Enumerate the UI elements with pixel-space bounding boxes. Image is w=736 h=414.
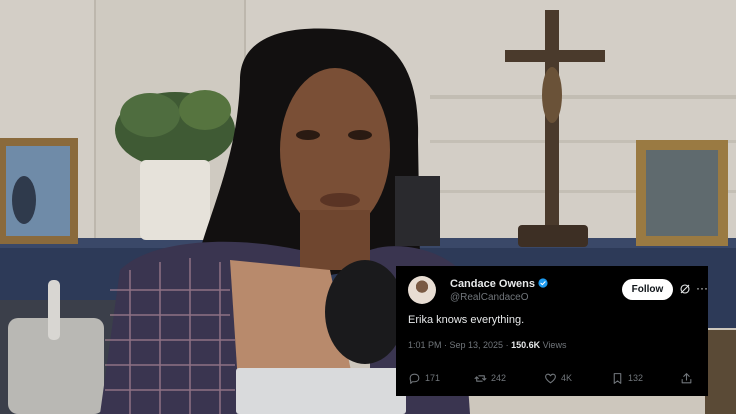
- verified-badge-icon: [538, 278, 548, 288]
- share-icon: [681, 372, 692, 383]
- timestamp[interactable]: 1:01 PM · Sep 13, 2025 ·: [408, 340, 511, 350]
- tweet-meta: 1:01 PM · Sep 13, 2025 · 150.6K Views: [408, 340, 566, 350]
- repost-count: 242: [491, 373, 507, 383]
- like-icon: [545, 373, 556, 383]
- action-bar: 171 242 4K 132: [408, 370, 698, 386]
- share-action[interactable]: [680, 370, 697, 386]
- more-icon[interactable]: ···: [696, 282, 708, 296]
- like-count: 4K: [561, 373, 573, 383]
- follow-button[interactable]: Follow: [622, 279, 673, 300]
- handle[interactable]: @RealCandaceO: [450, 291, 548, 305]
- grok-icon[interactable]: [679, 283, 691, 295]
- repost-icon: [474, 374, 487, 382]
- like-action[interactable]: 4K: [544, 370, 572, 386]
- bookmark-count: 132: [628, 373, 644, 383]
- reply-action[interactable]: 171: [408, 370, 440, 386]
- views-count: 150.6K: [511, 340, 541, 350]
- repost-action[interactable]: 242: [474, 370, 506, 386]
- avatar[interactable]: [408, 276, 436, 304]
- author-block: Candace Owens @RealCandaceO: [450, 276, 548, 305]
- tweet-text: Erika knows everything.: [408, 314, 525, 326]
- tweet-card: Candace Owens @RealCandaceO Follow ··· E…: [396, 266, 708, 396]
- views-label: Views: [540, 340, 567, 350]
- reply-count: 171: [425, 373, 441, 383]
- bookmark-icon: [613, 372, 622, 384]
- tweet-header: Candace Owens @RealCandaceO Follow ···: [408, 276, 708, 306]
- reply-icon: [409, 373, 420, 384]
- display-name[interactable]: Candace Owens: [450, 278, 535, 290]
- bookmark-action[interactable]: 132: [611, 370, 643, 386]
